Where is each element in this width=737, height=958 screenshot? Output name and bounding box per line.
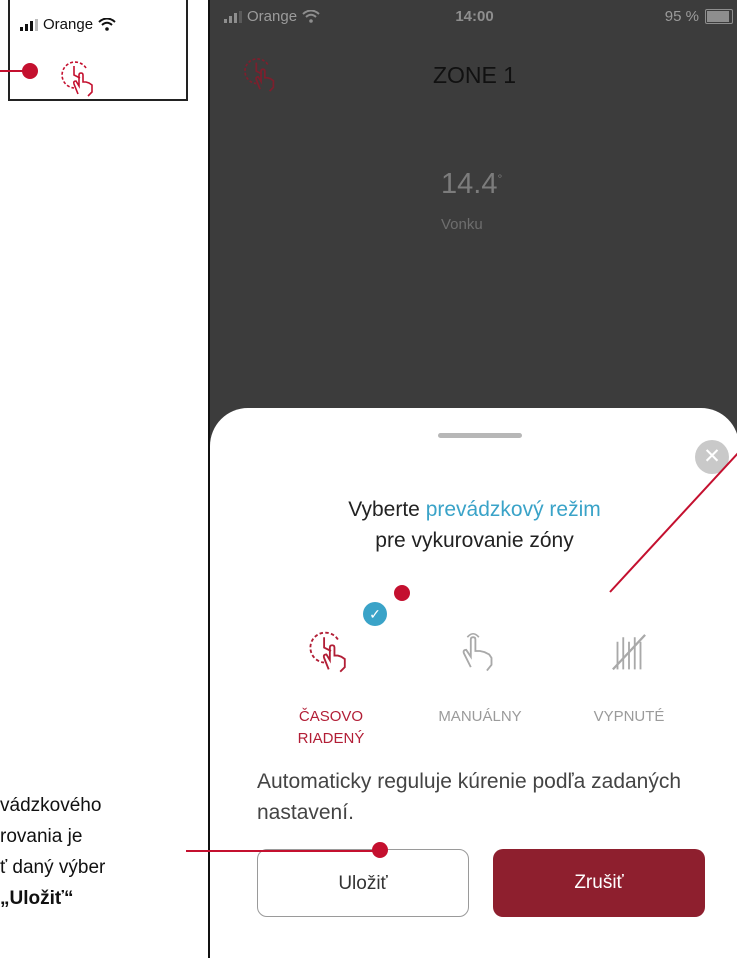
inset-carrier: Orange (43, 16, 94, 33)
caption-line: ť daný výber (0, 857, 106, 878)
annotation-line-save (186, 850, 386, 852)
signal-icon (20, 18, 38, 31)
instruction-caption: vádzkového rovania je ť daný výber „Ulož… (0, 790, 200, 914)
annotation-line-inset (0, 70, 26, 72)
caption-line: vádzkového (0, 795, 102, 816)
wifi-icon (98, 18, 116, 31)
phone-screen: Orange 14:00 95 % ZONE 1 14.4° Vonku ✕ V… (208, 0, 737, 958)
zoom-inset: Orange (8, 0, 188, 101)
inset-status-bar: Orange (20, 16, 116, 33)
annotation-line-modes (609, 452, 737, 593)
clock-hand-icon (61, 61, 93, 97)
caption-line-bold: „Uložiť“ (0, 888, 74, 909)
caption-line: rovania je (0, 826, 83, 847)
